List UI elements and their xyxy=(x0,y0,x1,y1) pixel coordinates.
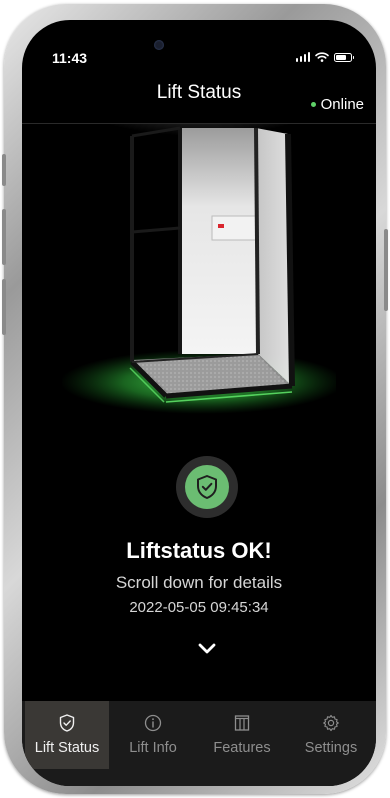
tab-label: Lift Info xyxy=(129,740,177,756)
online-dot-icon xyxy=(310,102,316,107)
tab-settings[interactable]: Settings xyxy=(289,701,373,769)
app-header: Lift Status Online xyxy=(22,68,376,124)
gear-icon xyxy=(323,714,339,732)
tab-lift-status[interactable]: Lift Status xyxy=(25,701,109,769)
status-badge xyxy=(176,456,238,518)
signal-bars-icon xyxy=(295,52,310,62)
phone-frame: 11:43 Lift Status Online Liftstatus OK! … xyxy=(2,4,388,794)
shield-check-icon xyxy=(59,714,75,732)
power-button xyxy=(384,229,388,311)
shield-check-icon xyxy=(185,465,229,509)
tab-label: Features xyxy=(213,740,271,756)
volume-up-button xyxy=(2,209,6,265)
status-bar: 11:43 xyxy=(22,20,376,66)
status-title: Liftstatus OK! xyxy=(126,538,272,563)
volume-down-button xyxy=(2,279,6,335)
tab-bar: Lift Status Lift Info Features Settings xyxy=(22,701,376,786)
features-icon xyxy=(234,715,250,731)
wifi-icon xyxy=(315,52,329,62)
tab-label: Lift Status xyxy=(34,740,100,756)
chevron-down-icon[interactable] xyxy=(194,640,220,658)
tab-label: Settings xyxy=(304,740,358,756)
connection-status: Online xyxy=(310,96,364,113)
info-icon xyxy=(144,714,162,732)
action-button xyxy=(2,154,6,186)
phone-screen: 11:43 Lift Status Online Liftstatus OK! … xyxy=(22,20,376,786)
tab-features[interactable]: Features xyxy=(200,701,284,769)
status-timestamp: 2022-05-05 09:45:34 xyxy=(129,599,269,616)
tab-lift-info[interactable]: Lift Info xyxy=(111,701,195,769)
lift-cabin-image xyxy=(62,124,336,414)
connection-status-label: Online xyxy=(320,96,364,113)
front-camera xyxy=(154,40,164,50)
status-subtitle: Scroll down for details xyxy=(115,573,283,592)
status-icons xyxy=(295,50,354,64)
status-bar-time: 11:43 xyxy=(52,50,88,66)
battery-icon xyxy=(334,52,354,62)
lift-hero xyxy=(22,124,376,424)
